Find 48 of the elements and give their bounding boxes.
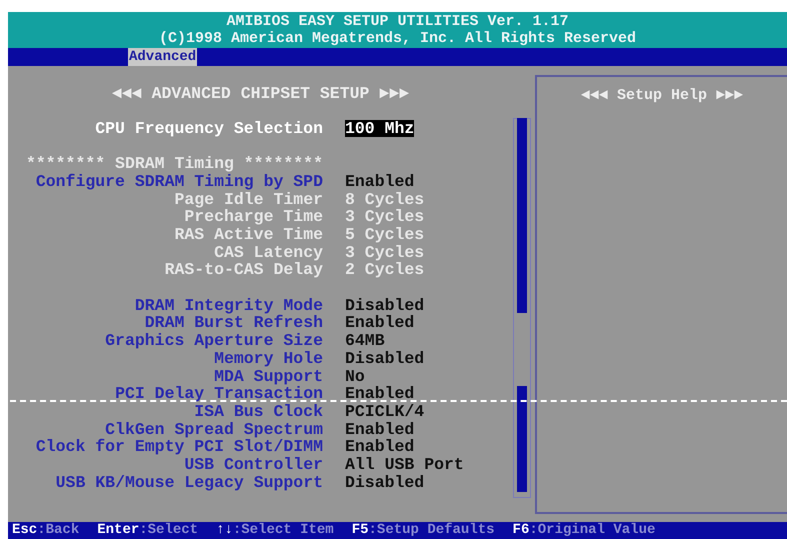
setting-label: PCI Delay Transaction xyxy=(114,385,323,403)
panel-title: ◄◄◄ ADVANCED CHIPSET SETUP ►►► xyxy=(112,85,410,103)
setting-value[interactable]: Disabled xyxy=(345,350,424,368)
setting-value[interactable]: Enabled xyxy=(345,172,414,190)
key-action: :Select xyxy=(139,522,198,539)
setting-label: Page Idle Timer xyxy=(173,190,323,208)
setting-value[interactable]: Disabled xyxy=(345,296,424,314)
setting-label: Graphics Aperture Size xyxy=(104,332,323,350)
setting-value[interactable]: Enabled xyxy=(345,438,414,456)
setting-value[interactable]: Disabled xyxy=(345,474,424,492)
setting-label: MDA Support xyxy=(213,368,323,386)
key-action: :Back xyxy=(37,522,80,539)
setting-label: DRAM Burst Refresh xyxy=(144,314,323,332)
help-title: ◄◄◄ Setup Help ►►► xyxy=(580,86,744,106)
setting-label: RAS Active Time xyxy=(173,226,323,244)
setting-label: ClkGen Spread Spectrum xyxy=(105,420,323,438)
setting-label: DRAM Integrity Mode xyxy=(134,296,323,314)
setting-label: USB Controller xyxy=(183,456,323,474)
setting-label: Precharge Time xyxy=(184,208,323,226)
header-title: AMIBIOS EASY SETUP UTILITIES Ver. 1.17 xyxy=(226,13,569,30)
key-hint: F5 xyxy=(352,522,369,539)
scrollbar-drawing[interactable] xyxy=(513,118,531,498)
setting-value[interactable]: Enabled xyxy=(345,314,414,332)
key-action: :Select Item xyxy=(232,522,334,539)
section-heading: ******** SDRAM Timing ******** xyxy=(24,155,323,173)
setting-label: CAS Latency xyxy=(213,244,323,262)
setting-label: RAS-to-CAS Delay xyxy=(164,261,323,280)
key-hint: ↑↓ xyxy=(216,522,233,539)
setting-value[interactable]: PCICLK/4 xyxy=(345,402,424,421)
setting-value[interactable]: All USB Port xyxy=(345,456,464,474)
setting-label: Clock for Empty PCI Slot/DIMM xyxy=(34,438,323,456)
setting-label: ISA Bus Clock xyxy=(193,402,323,421)
key-hint: F6 xyxy=(512,522,530,539)
key-action: :Original Value xyxy=(529,522,656,539)
setting-value[interactable]: Enabled xyxy=(345,385,414,403)
setting-value[interactable]: Enabled xyxy=(345,420,414,438)
key-hint: Esc xyxy=(12,522,38,539)
setting-value[interactable]: 100 Mhz xyxy=(345,120,414,138)
setting-value[interactable]: 64MB xyxy=(345,332,385,350)
menu-tab[interactable]: Advanced xyxy=(128,48,198,66)
setting-label: Configure SDRAM Timing by SPD xyxy=(34,172,323,190)
key-action: :Setup Defaults xyxy=(368,522,495,539)
setting-value[interactable]: No xyxy=(345,368,365,386)
setting-label: Memory Hole xyxy=(213,350,323,368)
setting-label: CPU Frequency Selection xyxy=(94,120,323,138)
key-hint: Enter xyxy=(97,522,140,539)
setting-label: USB KB/Mouse Legacy Support xyxy=(54,474,323,492)
copyright-text: (C)1998 American Megatrends, Inc. All Rights Reserved xyxy=(158,30,636,47)
